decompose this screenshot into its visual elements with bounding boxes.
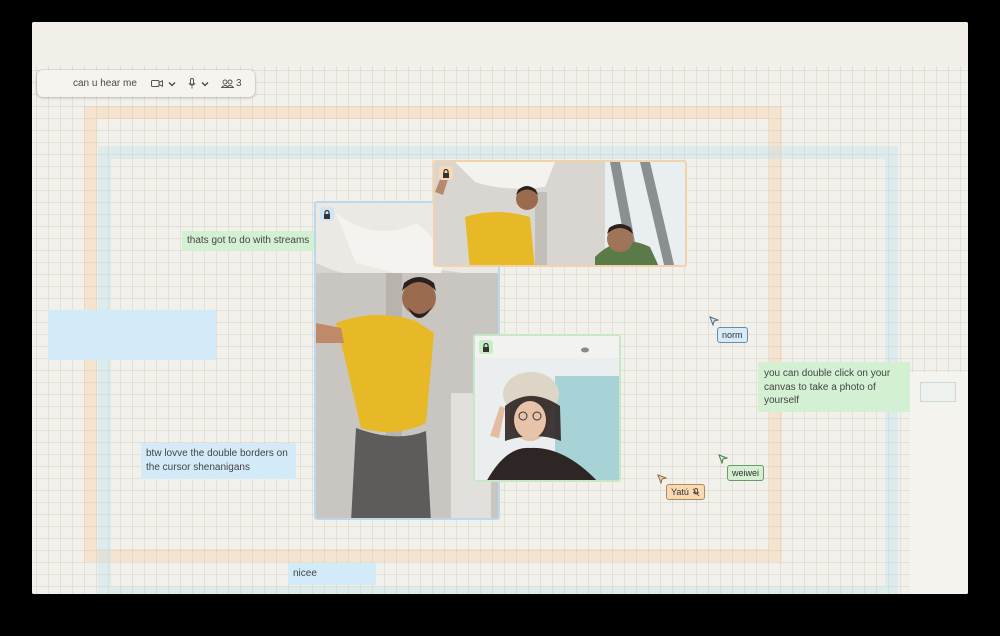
minimap-viewport[interactable] xyxy=(920,382,956,402)
note-nicee[interactable]: nicee xyxy=(288,563,376,585)
canvas[interactable]: thats got to do with streams btw lovve t… xyxy=(32,66,968,594)
microphone-muted-icon xyxy=(692,487,700,496)
participant-count: 3 xyxy=(235,78,242,89)
video-tile-green[interactable] xyxy=(473,334,621,482)
title-bar xyxy=(32,22,968,66)
camera-icon[interactable] xyxy=(150,79,163,88)
menu-icon[interactable] xyxy=(48,81,58,86)
cursor-label-yatu: Yatú xyxy=(666,484,705,500)
lock-icon[interactable] xyxy=(479,340,493,354)
chevron-down-icon[interactable] xyxy=(168,81,176,87)
note-borders[interactable]: btw lovve the double borders on the curs… xyxy=(141,443,296,479)
cursor-label-yatu-text: Yatú xyxy=(671,487,689,497)
participants-button[interactable]: 3 xyxy=(220,78,242,89)
lock-icon[interactable] xyxy=(320,207,334,221)
note-blank[interactable] xyxy=(48,310,216,360)
note-double-click[interactable]: you can double click on your canvas to t… xyxy=(758,362,910,412)
cursor-arrow-icon xyxy=(709,316,719,326)
lock-icon[interactable] xyxy=(439,166,453,180)
app-window: thats got to do with streams btw lovve t… xyxy=(32,22,968,594)
toolbar: can u hear me 3 xyxy=(37,70,255,97)
video-tile-orange[interactable] xyxy=(433,160,687,267)
cursor-arrow-icon xyxy=(718,454,728,464)
room-name[interactable]: can u hear me xyxy=(73,78,137,89)
cursor-label-weiwei: weiwei xyxy=(727,465,765,481)
people-icon xyxy=(220,79,234,88)
cursor-arrow-icon xyxy=(657,474,667,484)
cursor-label-norm: norm xyxy=(717,327,748,343)
minimap[interactable] xyxy=(910,372,968,594)
video-feed-green xyxy=(475,336,619,480)
microphone-icon[interactable] xyxy=(188,78,196,89)
note-streams[interactable]: thats got to do with streams xyxy=(182,231,314,251)
chevron-down-icon[interactable] xyxy=(201,81,209,87)
video-feed-orange xyxy=(435,162,685,265)
